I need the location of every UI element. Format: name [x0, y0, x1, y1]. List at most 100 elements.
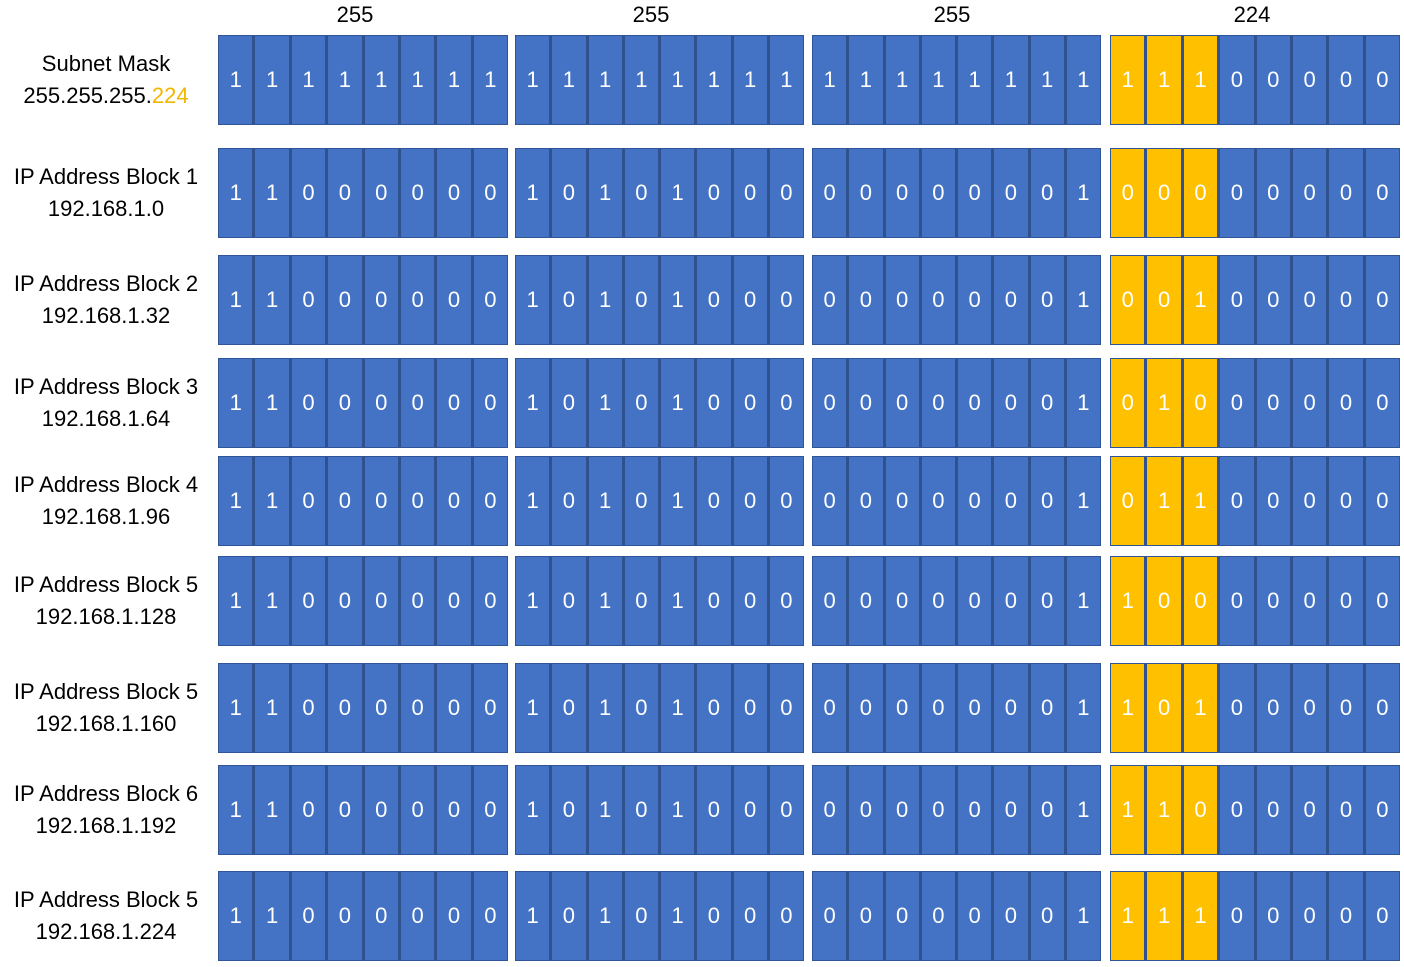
bit-cell: 0 — [473, 457, 507, 545]
subnet-bit-cell: 0 — [1147, 664, 1184, 752]
bit-cell: 0 — [1329, 664, 1366, 752]
subnet-bit-cell: 1 — [1111, 36, 1148, 124]
bit-cell: 1 — [849, 36, 886, 124]
bit-cell: 0 — [1220, 457, 1257, 545]
address-prefix: 255.255.255. — [23, 83, 152, 108]
address-prefix: 192.168.1.192 — [35, 813, 177, 838]
bit-cell: 0 — [1292, 149, 1330, 237]
bit-cell: 0 — [697, 557, 734, 645]
ip-block-row: IP Address Block 2 192.168.1.32 1 1 0 0 0 0 0 0 1 0… — [0, 255, 1404, 345]
row-address: 192.168.1.32 — [42, 300, 170, 332]
octet-4: 10000000 — [1110, 556, 1400, 646]
bit-cell: 1 — [552, 36, 589, 124]
bit-cell: 1 — [921, 36, 958, 124]
bit-cell: 0 — [1365, 872, 1399, 960]
bit-cell: 0 — [400, 256, 438, 344]
ip-block-row: IP Address Block 6 192.168.1.192 1 1 0 0 0 0 0 0 1… — [0, 765, 1404, 855]
octet-3: 00000001 — [812, 148, 1101, 238]
bit-cell: 1 — [516, 766, 553, 854]
bit-cell: 1 — [661, 557, 698, 645]
subnet-bit-cell: 0 — [1183, 557, 1221, 645]
subnet-bit-cell: 0 — [1183, 766, 1221, 854]
bit-cell: 1 — [1066, 872, 1100, 960]
bit-cell: 0 — [328, 664, 365, 752]
bit-cell: 0 — [364, 149, 401, 237]
octet-1: 11000000 — [218, 663, 508, 753]
subnet-bit-cell: 1 — [1147, 457, 1184, 545]
octet-2: 10101000 — [515, 255, 804, 345]
bit-cell: 0 — [885, 664, 922, 752]
row-address: 192.168.1.128 — [36, 601, 177, 633]
bit-cell: 0 — [769, 557, 803, 645]
bit-cell: 0 — [1220, 359, 1257, 447]
row-title: IP Address Block 3 — [13, 374, 199, 399]
subnet-bit-cell: 0 — [1183, 359, 1221, 447]
bit-cell: 1 — [661, 766, 698, 854]
bit-cell: 0 — [328, 872, 365, 960]
row-title: Subnet Mask — [41, 51, 171, 76]
row-title: IP Address Block 5 — [13, 679, 199, 704]
bit-cell: 1 — [994, 36, 1031, 124]
bit-cell: 1 — [516, 359, 553, 447]
bit-cell: 0 — [552, 457, 589, 545]
bit-cell: 0 — [1329, 557, 1366, 645]
bit-cell: 0 — [437, 766, 474, 854]
bit-cell: 1 — [769, 36, 803, 124]
row-address: 192.168.1.160 — [36, 708, 177, 740]
bit-cell: 0 — [1220, 149, 1257, 237]
octet-2: 10101000 — [515, 358, 804, 448]
bit-cell: 0 — [437, 872, 474, 960]
bit-cell: 0 — [1292, 872, 1330, 960]
bit-cell: 0 — [1329, 457, 1366, 545]
bit-cell: 0 — [1220, 256, 1257, 344]
octet-3: 00000001 — [812, 456, 1101, 546]
bit-cell: 0 — [364, 359, 401, 447]
bit-cell: 0 — [813, 256, 850, 344]
bit-cell: 1 — [588, 149, 625, 237]
bit-cell: 0 — [921, 872, 958, 960]
bit-cell: 0 — [328, 149, 365, 237]
bit-cell: 0 — [733, 557, 770, 645]
bit-cell: 0 — [291, 359, 329, 447]
bit-cell: 0 — [885, 557, 922, 645]
bit-cell: 0 — [769, 872, 803, 960]
ip-block-row: IP Address Block 3 192.168.1.64 1 1 0 0 0 0 0 0 1 0… — [0, 358, 1404, 448]
bit-cell: 1 — [661, 359, 698, 447]
bit-cell: 0 — [697, 457, 734, 545]
bit-cell: 1 — [291, 36, 329, 124]
bit-cell: 0 — [400, 359, 438, 447]
bit-cell: 0 — [1329, 256, 1366, 344]
bit-cell: 0 — [473, 664, 507, 752]
octet-3: 00000001 — [812, 663, 1101, 753]
row-label: IP Address Block 4 192.168.1.96 — [0, 456, 212, 546]
bit-cell: 0 — [921, 149, 958, 237]
row-label: IP Address Block 3 192.168.1.64 — [0, 358, 212, 448]
bit-cell: 1 — [516, 457, 553, 545]
bit-cell: 0 — [813, 359, 850, 447]
octet-1: 11000000 — [218, 871, 508, 961]
bit-cell: 0 — [437, 457, 474, 545]
bit-cell: 0 — [1030, 149, 1067, 237]
subnet-bit-cell: 0 — [1147, 557, 1184, 645]
bit-cell: 1 — [255, 36, 292, 124]
bit-cell: 1 — [255, 664, 292, 752]
bit-cell: 0 — [849, 256, 886, 344]
bit-cell: 0 — [885, 149, 922, 237]
bit-cell: 0 — [733, 256, 770, 344]
bit-cell: 0 — [958, 149, 995, 237]
bit-cell: 0 — [769, 457, 803, 545]
bit-cell: 0 — [328, 457, 365, 545]
bit-cell: 0 — [921, 766, 958, 854]
bit-cell: 0 — [1292, 359, 1330, 447]
octet-2: 10101000 — [515, 148, 804, 238]
bit-cell: 0 — [921, 256, 958, 344]
bit-cell: 1 — [885, 36, 922, 124]
bit-cell: 1 — [255, 359, 292, 447]
bit-cell: 0 — [328, 557, 365, 645]
octet-3: 00000001 — [812, 255, 1101, 345]
bit-cell: 1 — [255, 872, 292, 960]
bit-cell: 0 — [552, 872, 589, 960]
bit-cell: 0 — [1256, 359, 1293, 447]
bit-cell: 1 — [588, 664, 625, 752]
bit-cell: 0 — [1256, 256, 1293, 344]
